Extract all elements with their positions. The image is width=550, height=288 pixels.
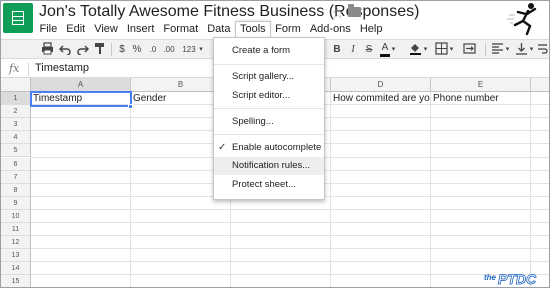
menu-tools[interactable]: Tools (234, 21, 271, 37)
row-gridline (31, 261, 549, 263)
currency-format-button[interactable]: $ (117, 42, 127, 57)
menu-divider (214, 134, 324, 135)
row-header-10[interactable]: 10 (1, 209, 31, 223)
percent-format-button[interactable]: % (132, 42, 142, 57)
fill-color-icon[interactable] (409, 42, 423, 57)
merge-cells-icon[interactable] (463, 42, 477, 57)
row-header-8[interactable]: 8 (1, 183, 31, 197)
italic-button[interactable]: I (348, 42, 358, 57)
print-icon[interactable] (41, 42, 55, 57)
column-gridline (130, 92, 131, 287)
row-gridline (31, 248, 549, 250)
row-header-1[interactable]: 1 (1, 92, 31, 106)
menu-help[interactable]: Help (355, 21, 387, 37)
active-cell-selection (30, 91, 132, 107)
column-header-e[interactable]: E (431, 78, 531, 92)
menu-create-form[interactable]: Create a form (214, 42, 324, 60)
menu-format[interactable]: Format (159, 21, 203, 37)
menu-add-ons[interactable]: Add-ons (305, 21, 355, 37)
menu-bar: File Edit View Insert Format Data Tools … (35, 21, 387, 37)
row-header-12[interactable]: 12 (1, 236, 31, 250)
row-header-3[interactable]: 3 (1, 118, 31, 132)
column-header-f[interactable] (531, 78, 549, 92)
row-gridline (31, 274, 549, 276)
menu-insert[interactable]: Insert (122, 21, 159, 37)
menu-form[interactable]: Form (271, 21, 306, 37)
fill-handle[interactable] (128, 104, 133, 109)
column-gridline (530, 92, 531, 287)
column-gridline (330, 92, 331, 287)
document-title[interactable]: Jon's Totally Awesome Fitness Business (… (39, 3, 419, 21)
undo-icon[interactable] (59, 42, 73, 57)
select-all-corner[interactable] (1, 78, 31, 92)
menu-edit[interactable]: Edit (62, 21, 90, 37)
row-gridline (31, 235, 549, 237)
toolbar-divider (111, 43, 112, 56)
menu-notification-rules[interactable]: Notification rules... (214, 157, 324, 175)
menu-script-gallery[interactable]: Script gallery... (214, 68, 324, 86)
row-header-13[interactable]: 13 (1, 249, 31, 263)
menu-script-editor[interactable]: Script editor... (214, 87, 324, 105)
borders-icon[interactable] (435, 42, 449, 57)
chevron-down-icon[interactable]: ▾ (504, 42, 511, 57)
menu-protect-sheet[interactable]: Protect sheet... (214, 176, 324, 194)
row-header-5[interactable]: 5 (1, 144, 31, 158)
row-header-6[interactable]: 6 (1, 157, 31, 171)
chevron-down-icon[interactable]: ▾ (197, 42, 205, 57)
menu-divider (214, 108, 324, 109)
row-header-14[interactable]: 14 (1, 262, 31, 276)
menu-data[interactable]: Data (203, 21, 235, 37)
checkmark-icon: ✓ (218, 142, 227, 153)
toolbar-divider (485, 43, 486, 56)
increase-decimal-button[interactable]: .00 (161, 42, 177, 57)
more-formats-button[interactable]: 123 (181, 42, 197, 57)
vertical-align-icon[interactable] (515, 42, 529, 57)
sheets-logo-icon[interactable] (3, 3, 33, 33)
column-header-a[interactable]: A (31, 78, 131, 92)
paint-format-icon[interactable] (93, 42, 107, 57)
runner-logo-icon (507, 3, 537, 36)
chevron-down-icon[interactable]: ▾ (422, 42, 429, 57)
bold-button[interactable]: B (332, 42, 342, 57)
row-header-2[interactable]: 2 (1, 105, 31, 119)
menu-enable-autocomplete[interactable]: ✓ Enable autocomplete (214, 139, 324, 157)
row-header-11[interactable]: 11 (1, 223, 31, 237)
row-gridline (31, 208, 549, 210)
watermark-prefix: the (484, 273, 497, 282)
formula-divider (28, 62, 29, 76)
function-icon: fx (9, 62, 20, 75)
row-header-15[interactable]: 15 (1, 275, 31, 287)
menu-file[interactable]: File (35, 21, 62, 37)
chevron-down-icon[interactable]: ▾ (528, 42, 535, 57)
menu-spelling[interactable]: Spelling... (214, 113, 324, 131)
formula-input[interactable]: Timestamp (35, 62, 89, 74)
row-header-4[interactable]: 4 (1, 131, 31, 145)
star-icon[interactable]: ☆ (331, 4, 344, 22)
spreadsheet-window: Jon's Totally Awesome Fitness Business (… (0, 0, 550, 288)
redo-icon[interactable] (76, 42, 90, 57)
watermark-name: PTDC (498, 271, 537, 287)
chevron-down-icon[interactable]: ▾ (390, 42, 397, 57)
menu-enable-autocomplete-label: Enable autocomplete (232, 142, 322, 153)
row-header-7[interactable]: 7 (1, 170, 31, 184)
text-color-button[interactable]: A (380, 42, 390, 57)
text-wrap-icon[interactable] (537, 42, 549, 57)
decrease-decimal-button[interactable]: .0 (147, 42, 159, 57)
row-header-9[interactable]: 9 (1, 196, 31, 210)
folder-icon[interactable] (348, 4, 361, 17)
column-gridline (430, 92, 431, 287)
menu-view[interactable]: View (90, 21, 123, 37)
row-gridline (31, 222, 549, 223)
strikethrough-button[interactable]: S (364, 42, 374, 57)
column-header-d[interactable]: D (331, 78, 431, 92)
menu-divider (214, 64, 324, 65)
chevron-down-icon[interactable]: ▾ (448, 42, 455, 57)
tools-dropdown-menu: Create a form Script gallery... Script e… (213, 37, 325, 200)
ptdc-watermark-logo: the PTDC (484, 271, 537, 287)
align-left-icon[interactable] (491, 42, 505, 57)
